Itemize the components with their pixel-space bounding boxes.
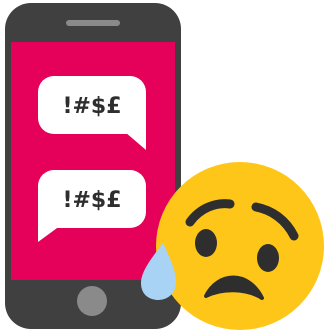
phone-home-button bbox=[77, 286, 107, 316]
speech-bubble-text: !#$£ bbox=[62, 188, 121, 213]
emoji-right-eye bbox=[257, 244, 279, 272]
abusive-messages-illustration: !#$£ !#$£ bbox=[5, 3, 324, 330]
speech-bubble-text: !#$£ bbox=[62, 94, 121, 119]
emoji-face bbox=[156, 162, 324, 330]
emoji-left-eye bbox=[195, 229, 217, 257]
phone-speaker-slot bbox=[66, 20, 120, 26]
